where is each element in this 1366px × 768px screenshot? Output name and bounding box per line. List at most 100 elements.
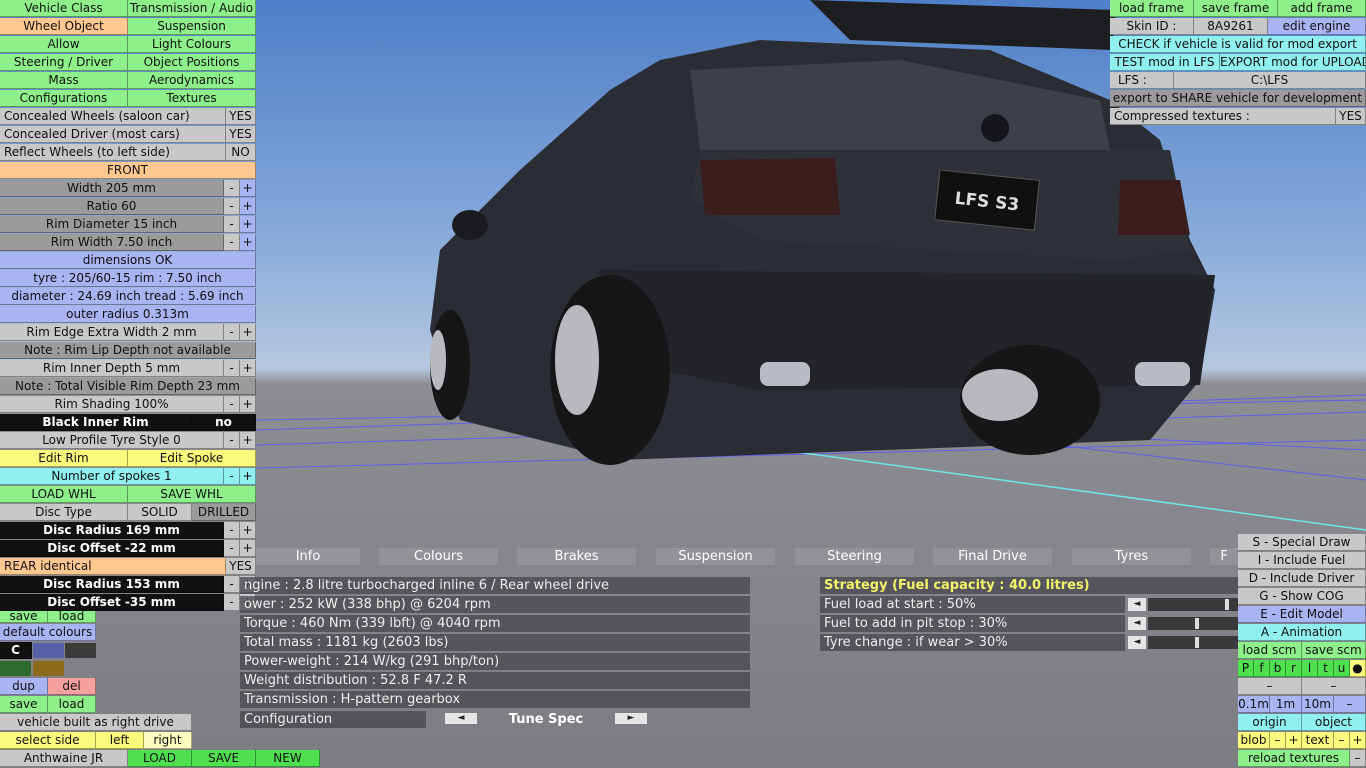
special-draw-button[interactable]: S - Special Draw bbox=[1238, 534, 1366, 551]
disc-type-solid[interactable]: SOLID bbox=[128, 504, 192, 521]
rear-identical-toggle[interactable]: YES bbox=[226, 558, 256, 575]
config-next-icon[interactable]: ► bbox=[615, 713, 647, 724]
tab-wheel-object[interactable]: Wheel Object bbox=[0, 18, 128, 35]
check-valid-button[interactable]: CHECK if vehicle is valid for mod export bbox=[1110, 36, 1366, 53]
edit-engine-button[interactable]: edit engine bbox=[1268, 18, 1366, 35]
dup-button[interactable]: dup bbox=[0, 678, 48, 695]
skin-id-value[interactable]: 8A9261 bbox=[1194, 18, 1268, 35]
vehicle-new-button[interactable]: NEW bbox=[256, 750, 320, 767]
rim-edge-minus[interactable]: - bbox=[224, 324, 240, 341]
rim-shading-minus[interactable]: - bbox=[224, 396, 240, 413]
fuel-load-decrease-icon[interactable]: ◄ bbox=[1128, 598, 1146, 611]
fuel-pit-decrease-icon[interactable]: ◄ bbox=[1128, 617, 1146, 630]
tab-info[interactable]: Info bbox=[256, 548, 360, 565]
tab-aerodynamics[interactable]: Aerodynamics bbox=[128, 72, 256, 89]
view-t-button[interactable]: t bbox=[1318, 660, 1334, 677]
grid-0-1m-button[interactable]: 0.1m bbox=[1238, 696, 1270, 713]
low-profile-minus[interactable]: - bbox=[224, 432, 240, 449]
edit-spoke-button[interactable]: Edit Spoke bbox=[128, 450, 256, 467]
tab-textures[interactable]: Textures bbox=[128, 90, 256, 107]
save-button[interactable]: save bbox=[0, 696, 48, 713]
save-scm-button[interactable]: save scm bbox=[1302, 642, 1366, 659]
fuel-load-slider-knob[interactable] bbox=[1225, 599, 1230, 610]
tab-suspension[interactable]: Suspension bbox=[128, 18, 256, 35]
disc-radius-front-plus[interactable]: + bbox=[240, 522, 256, 539]
disc-offset-front-minus[interactable]: - bbox=[224, 540, 240, 557]
black-inner-rim-toggle[interactable]: no bbox=[192, 414, 256, 431]
tab-tyres[interactable]: Tyres bbox=[1072, 548, 1191, 565]
view-l-button[interactable]: l bbox=[1302, 660, 1318, 677]
tyre-width-minus[interactable]: - bbox=[224, 180, 240, 197]
export-share-button[interactable]: export to SHARE vehicle for development bbox=[1110, 90, 1366, 107]
tyre-change-slider-knob[interactable] bbox=[1195, 637, 1200, 648]
save-whl-button[interactable]: SAVE WHL bbox=[128, 486, 256, 503]
tab-f[interactable]: F bbox=[1210, 548, 1238, 565]
view-p-button[interactable]: P bbox=[1238, 660, 1254, 677]
load-button[interactable]: load bbox=[48, 696, 96, 713]
reload-minus-button[interactable]: – bbox=[1350, 750, 1366, 767]
reload-textures-button[interactable]: reload textures bbox=[1238, 750, 1350, 767]
tyre-ratio-minus[interactable]: - bbox=[224, 198, 240, 215]
object-button[interactable]: object bbox=[1302, 714, 1366, 731]
text-minus-button[interactable]: – bbox=[1334, 732, 1350, 749]
tab-vehicle-class[interactable]: Vehicle Class bbox=[0, 0, 128, 17]
default-colours-button[interactable]: default colours bbox=[0, 624, 96, 641]
dash-button-1[interactable]: – bbox=[1238, 678, 1302, 695]
compressed-textures-toggle[interactable]: YES bbox=[1336, 108, 1366, 125]
disc-offset-rear-minus[interactable]: - bbox=[224, 594, 240, 611]
spokes-plus[interactable]: + bbox=[240, 468, 256, 485]
tab-allow[interactable]: Allow bbox=[0, 36, 128, 53]
rim-width-plus[interactable]: + bbox=[240, 234, 256, 251]
save-frame-button[interactable]: save frame bbox=[1194, 0, 1278, 17]
low-profile-plus[interactable]: + bbox=[240, 432, 256, 449]
tab-colours[interactable]: Colours bbox=[379, 548, 498, 565]
colour-save-button[interactable]: save bbox=[0, 611, 48, 623]
tab-steering-driver[interactable]: Steering / Driver bbox=[0, 54, 128, 71]
tyre-change-slider[interactable] bbox=[1148, 636, 1238, 649]
origin-button[interactable]: origin bbox=[1238, 714, 1302, 731]
disc-offset-front-plus[interactable]: + bbox=[240, 540, 256, 557]
animation-button[interactable]: A - Animation bbox=[1238, 624, 1366, 641]
view-dot-icon[interactable]: ● bbox=[1350, 660, 1366, 677]
dash-button-2[interactable]: – bbox=[1302, 678, 1366, 695]
tyre-ratio-plus[interactable]: + bbox=[240, 198, 256, 215]
edit-model-button[interactable]: E - Edit Model bbox=[1238, 606, 1366, 623]
rim-inner-depth-minus[interactable]: - bbox=[224, 360, 240, 377]
grid-10m-button[interactable]: 10m bbox=[1302, 696, 1334, 713]
colour-c-button[interactable]: C bbox=[0, 642, 32, 659]
rim-diameter-plus[interactable]: + bbox=[240, 216, 256, 233]
vehicle-name[interactable]: Anthwaine JR bbox=[0, 750, 128, 767]
colour-swatch-1[interactable] bbox=[33, 643, 64, 658]
disc-type-drilled[interactable]: DRILLED bbox=[192, 504, 256, 521]
tab-final-drive[interactable]: Final Drive bbox=[933, 548, 1052, 565]
test-mod-button[interactable]: TEST mod in LFS bbox=[1110, 54, 1220, 71]
view-r-button[interactable]: r bbox=[1286, 660, 1302, 677]
load-frame-button[interactable]: load frame bbox=[1110, 0, 1194, 17]
disc-radius-front-minus[interactable]: - bbox=[224, 522, 240, 539]
tab-transmission-audio[interactable]: Transmission / Audio bbox=[128, 0, 256, 17]
rim-edge-plus[interactable]: + bbox=[240, 324, 256, 341]
rim-shading-plus[interactable]: + bbox=[240, 396, 256, 413]
concealed-wheels-toggle[interactable]: YES bbox=[226, 108, 256, 125]
colour-swatch-4[interactable] bbox=[33, 661, 64, 676]
export-mod-button[interactable]: EXPORT mod for UPLOAD bbox=[1220, 54, 1366, 71]
side-left-button[interactable]: left bbox=[96, 732, 144, 749]
text-button[interactable]: text bbox=[1302, 732, 1334, 749]
fuel-pit-slider-knob[interactable] bbox=[1195, 618, 1200, 629]
side-right-button[interactable]: right bbox=[144, 732, 192, 749]
tab-object-positions[interactable]: Object Positions bbox=[128, 54, 256, 71]
blob-minus-button[interactable]: – bbox=[1270, 732, 1286, 749]
spokes-minus[interactable]: - bbox=[224, 468, 240, 485]
tab-brakes[interactable]: Brakes bbox=[517, 548, 636, 565]
tab-mass[interactable]: Mass bbox=[0, 72, 128, 89]
tyre-width-plus[interactable]: + bbox=[240, 180, 256, 197]
grid-minus-button[interactable]: – bbox=[1334, 696, 1366, 713]
fuel-load-slider[interactable] bbox=[1148, 598, 1238, 611]
tab-steering[interactable]: Steering bbox=[795, 548, 914, 565]
lfs-path-value[interactable]: C:\LFS bbox=[1174, 72, 1366, 89]
view-b-button[interactable]: b bbox=[1270, 660, 1286, 677]
vehicle-load-button[interactable]: LOAD bbox=[128, 750, 192, 767]
include-fuel-button[interactable]: I - Include Fuel bbox=[1238, 552, 1366, 569]
vehicle-save-button[interactable]: SAVE bbox=[192, 750, 256, 767]
tyre-change-decrease-icon[interactable]: ◄ bbox=[1128, 636, 1146, 649]
